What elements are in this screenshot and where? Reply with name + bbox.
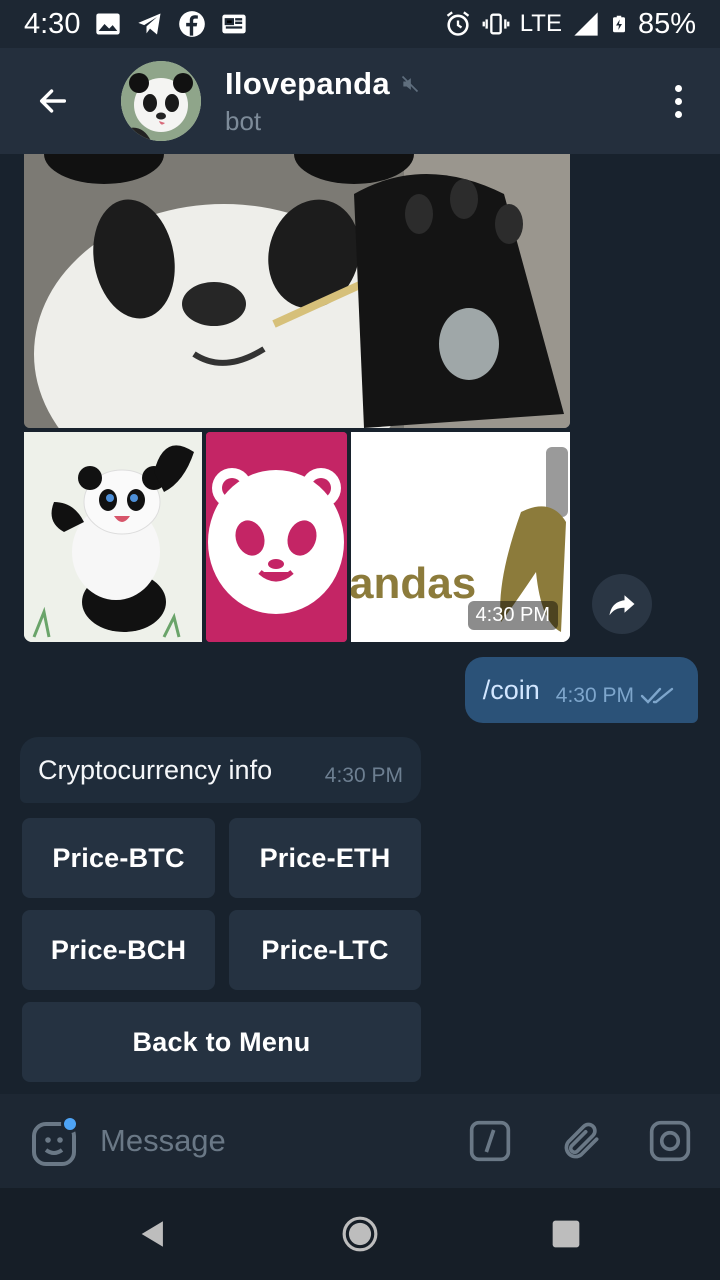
more-options-button[interactable] <box>666 81 690 121</box>
chat-subtitle: bot <box>225 105 262 136</box>
price-bch-button[interactable]: Price-BCH <box>22 910 215 990</box>
outgoing-message-time: 4:30 PM <box>555 684 634 707</box>
share-arrow-icon <box>609 595 635 616</box>
panda-logo-image <box>206 432 347 642</box>
alarm-icon <box>446 11 469 36</box>
price-eth-button[interactable]: Price-ETH <box>229 818 421 898</box>
status-bar: 4:30 LTE 85% <box>0 0 720 48</box>
circle-home-icon <box>342 1216 378 1252</box>
pandas-logo-text: andas <box>351 559 476 608</box>
facebook-icon <box>179 11 206 37</box>
system-nav-bar <box>0 1188 720 1280</box>
incoming-message-text: Cryptocurrency info <box>38 754 273 785</box>
signal-icon <box>574 12 598 36</box>
triangle-back-icon <box>141 1221 163 1247</box>
incoming-message-time: 4:30 PM <box>324 764 403 787</box>
camera-icon[interactable] <box>648 1119 692 1163</box>
photo-album-message: andas 4:30 PM <box>24 154 570 642</box>
arrow-left-icon <box>39 89 67 113</box>
chat-area[interactable]: andas 4:30 PM /coin 4:30 PM Cryptocurren… <box>0 154 720 1094</box>
chat-title[interactable]: Ilovepanda <box>225 66 390 102</box>
battery-level: 85% <box>637 7 696 40</box>
avatar[interactable] <box>121 61 201 141</box>
album-photo-2[interactable] <box>24 432 202 642</box>
image-icon <box>96 13 121 35</box>
network-type: LTE <box>519 10 562 37</box>
more-vert-icon <box>674 84 682 92</box>
message-input[interactable] <box>100 1118 440 1164</box>
back-to-menu-button[interactable]: Back to Menu <box>22 1002 421 1082</box>
price-ltc-button[interactable]: Price-LTC <box>229 910 421 990</box>
bot-command-icon[interactable] <box>468 1119 512 1163</box>
status-time: 4:30 <box>24 7 81 40</box>
incoming-message[interactable]: Cryptocurrency info 4:30 PM <box>20 737 421 803</box>
album-photo-3[interactable] <box>206 432 347 642</box>
vibrate-icon <box>482 13 510 35</box>
album-photo-1[interactable] <box>24 154 570 428</box>
notification-dot <box>61 1115 79 1133</box>
nav-back-button[interactable] <box>133 1214 173 1254</box>
outgoing-message-text: /coin <box>482 674 540 705</box>
back-button[interactable] <box>25 73 81 129</box>
album-timestamp: 4:30 PM <box>467 601 558 630</box>
news-icon <box>222 14 247 34</box>
battery-icon <box>612 15 625 33</box>
outgoing-message-meta: 4:30 PM <box>556 684 674 708</box>
chat-header: Ilovepanda bot <box>0 48 720 154</box>
price-btc-button[interactable]: Price-BTC <box>22 818 215 898</box>
forward-button[interactable] <box>592 574 652 634</box>
telegram-icon <box>138 13 161 35</box>
nav-recents-button[interactable] <box>546 1214 586 1254</box>
square-recents-icon <box>552 1220 580 1248</box>
message-input-bar <box>0 1094 720 1188</box>
panda-avatar-image <box>121 61 201 141</box>
nav-home-button[interactable] <box>340 1214 380 1254</box>
mute-icon <box>401 75 419 92</box>
attach-icon[interactable] <box>560 1119 604 1163</box>
outgoing-message[interactable]: /coin 4:30 PM <box>464 657 698 723</box>
panda-photo <box>24 154 570 428</box>
double-check-icon <box>640 687 674 704</box>
cartoon-panda-image <box>24 432 202 642</box>
